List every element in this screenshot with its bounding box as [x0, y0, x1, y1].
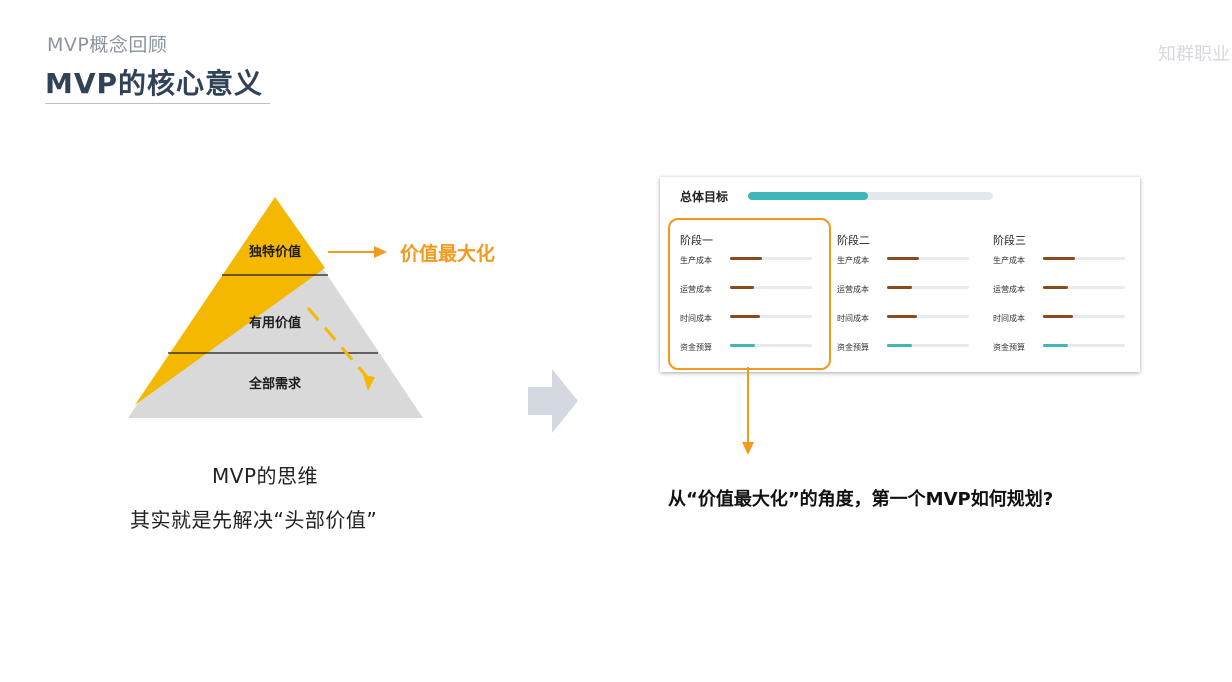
brand-watermark: 知群职业	[1158, 44, 1230, 65]
metric-progress-track	[887, 286, 969, 289]
page-title: MVP的核心意义	[45, 67, 264, 100]
metric-progress-fill	[1043, 286, 1068, 289]
stage-title: 阶段二	[837, 234, 870, 247]
metric-label: 时间成本	[837, 314, 869, 323]
metric-row: 生产成本	[837, 255, 987, 284]
metric-progress-track	[887, 257, 969, 260]
stage-2: 阶段二生产成本运营成本时间成本资金预算	[837, 232, 987, 371]
value-pointer-head	[374, 246, 387, 258]
metric-row: 资金预算	[993, 342, 1143, 371]
metric-row: 生产成本	[993, 255, 1143, 284]
stage-title: 阶段三	[993, 234, 1026, 247]
overall-goal-label: 总体目标	[680, 190, 729, 204]
overall-progress-fill	[748, 192, 869, 200]
metric-progress-fill	[887, 257, 919, 260]
metric-label: 运营成本	[837, 285, 869, 294]
title-underline	[45, 103, 270, 104]
metric-label: 资金预算	[837, 343, 869, 352]
metric-row: 时间成本	[993, 313, 1143, 342]
metric-progress-track	[1043, 315, 1125, 318]
metric-progress-fill	[887, 286, 912, 289]
metric-progress-fill	[1043, 344, 1068, 347]
caption-mvp-thinking: MVP的思维	[212, 464, 318, 488]
section-subtitle: MVP概念回顾	[47, 34, 168, 56]
caption-head-value: 其实就是先解决“头部价值”	[130, 508, 378, 532]
down-arrow-icon	[742, 367, 754, 455]
metric-progress-fill	[1043, 315, 1074, 318]
pyramid-layer-2: 有用价值	[249, 315, 301, 331]
metric-label: 生产成本	[837, 256, 869, 265]
stage-3: 阶段三生产成本运营成本时间成本资金预算	[993, 232, 1143, 371]
metric-label: 运营成本	[993, 285, 1025, 294]
metric-progress-track	[887, 315, 969, 318]
value-max-label: 价值最大化	[400, 243, 496, 265]
overall-progress-track	[748, 192, 993, 200]
metric-row: 运营成本	[837, 284, 987, 313]
metric-progress-track	[887, 344, 969, 347]
metric-progress-fill	[1043, 257, 1075, 260]
metric-label: 资金预算	[993, 343, 1025, 352]
metric-progress-track	[1043, 344, 1125, 347]
metric-row: 时间成本	[837, 313, 987, 342]
metric-progress-track	[1043, 257, 1125, 260]
pyramid-layer-3: 全部需求	[248, 376, 302, 392]
metric-row: 运营成本	[993, 284, 1143, 313]
metric-progress-track	[1043, 286, 1125, 289]
metric-progress-fill	[887, 315, 918, 318]
metric-progress-fill	[887, 344, 912, 347]
metric-row: 资金预算	[837, 342, 987, 371]
metric-label: 时间成本	[993, 314, 1025, 323]
metric-label: 生产成本	[993, 256, 1025, 265]
pyramid-layer-1: 独特价值	[249, 244, 301, 260]
stage-one-highlight	[668, 218, 831, 370]
value-pyramid: 独特价值 有用价值 全部需求	[128, 197, 423, 418]
mvp-question: 从“价值最大化”的角度，第一个MVP如何规划?	[668, 489, 1054, 510]
big-right-arrow-icon	[528, 369, 578, 433]
